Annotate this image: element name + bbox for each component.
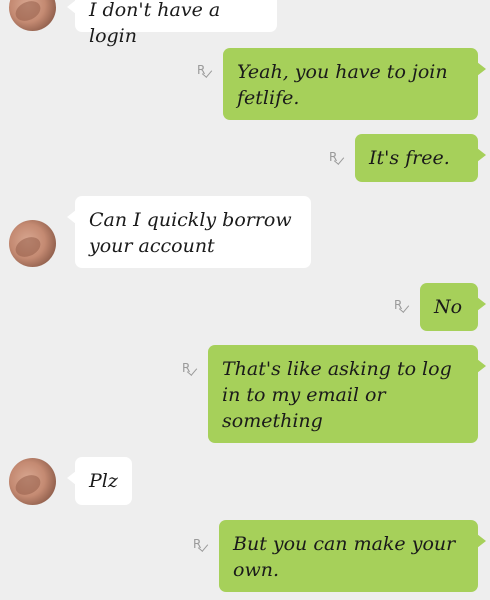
read-receipt-icon: R (394, 298, 414, 316)
contact-avatar[interactable] (9, 0, 56, 31)
message-bubble-outgoing[interactable]: That's like asking to log in to my email… (208, 345, 486, 443)
message-bubble-outgoing[interactable]: Yeah, you have to join fetlife. (223, 48, 486, 120)
read-receipt-icon: R (182, 361, 202, 379)
message-bubble-outgoing[interactable]: It's free. (355, 134, 486, 182)
message-bubble-incoming[interactable]: I don't have a login (67, 0, 277, 47)
message-bubble-outgoing[interactable]: No (420, 283, 486, 331)
message-bubble-incoming[interactable]: Can I quickly borrow your account (67, 196, 311, 268)
contact-avatar[interactable] (9, 220, 56, 267)
read-receipt-icon: R (197, 63, 217, 81)
message-bubble-incoming[interactable]: Plz (67, 457, 132, 505)
read-receipt-icon: R (329, 150, 349, 168)
message-bubble-outgoing[interactable]: But you can make your own. (219, 520, 486, 592)
contact-avatar[interactable] (9, 458, 56, 505)
read-receipt-icon: R (193, 537, 213, 555)
